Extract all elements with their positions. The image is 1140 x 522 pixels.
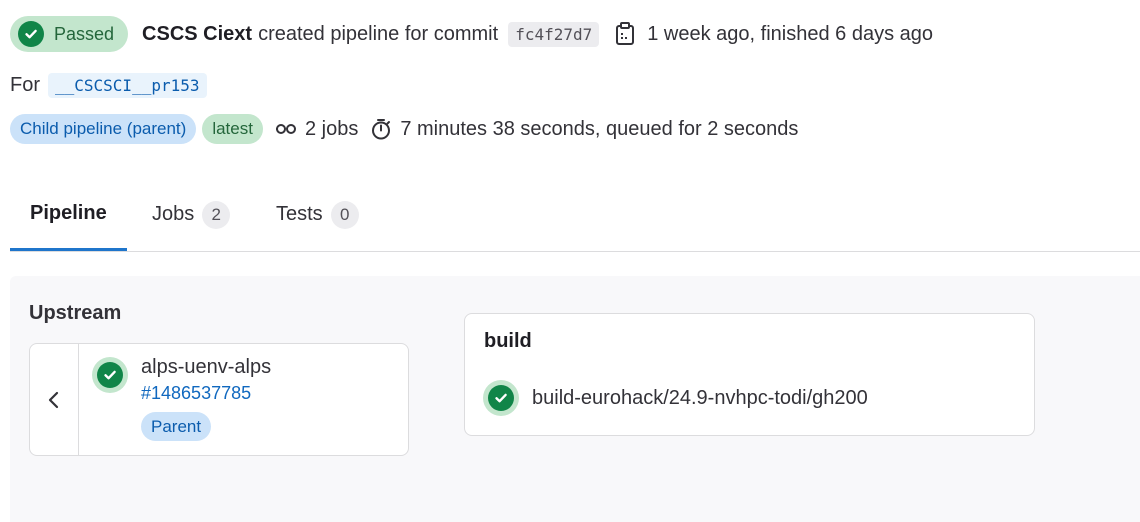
duration-text: 7 minutes 38 seconds, queued for 2 secon… bbox=[400, 117, 799, 140]
upstream-status-icon[interactable] bbox=[92, 357, 128, 393]
pipeline-tabs: Pipeline Jobs 2 Tests 0 bbox=[10, 178, 1140, 252]
tab-tests-label: Tests bbox=[276, 203, 323, 225]
tab-pipeline[interactable]: Pipeline bbox=[10, 178, 127, 251]
upstream-relation-badge: Parent bbox=[141, 412, 212, 441]
stage-column-build: build build-eurohack/24.9-nvhpc-todi/gh2… bbox=[464, 313, 1035, 436]
timer-icon bbox=[370, 118, 392, 140]
tab-tests[interactable]: Tests 0 bbox=[276, 178, 359, 251]
ref-link[interactable]: __CSCSCI__pr153 bbox=[48, 72, 207, 98]
for-label: For bbox=[10, 73, 40, 96]
jobs-count-text: 2 jobs bbox=[304, 117, 359, 140]
pipeline-author[interactable]: CSCS Ciext bbox=[142, 23, 252, 46]
pipeline-status-label: Passed bbox=[54, 23, 115, 44]
upstream-pipeline-card: alps-uenv-alps #1486537785 Parent bbox=[29, 343, 409, 456]
stage-title: build bbox=[484, 330, 532, 352]
latest-badge: latest bbox=[202, 114, 263, 144]
tab-tests-count: 0 bbox=[330, 200, 359, 229]
tab-jobs-label: Jobs bbox=[152, 203, 195, 225]
pipeline-jobs-icon bbox=[275, 118, 297, 140]
job-item[interactable]: build-eurohack/24.9-nvhpc-todi/gh200 bbox=[483, 380, 868, 416]
pipeline-ref-row: For __CSCSCI__pr153 bbox=[10, 70, 207, 100]
pipeline-header-row: Passed CSCS Ciext created pipeline for c… bbox=[10, 16, 933, 52]
tab-pipeline-label: Pipeline bbox=[30, 201, 107, 224]
child-pipeline-badge: Child pipeline (parent) bbox=[10, 114, 197, 144]
pipeline-graph: Upstream alps-uenv-alps #1486537785 Pare… bbox=[10, 276, 1140, 522]
pipeline-meta-row: Child pipeline (parent) latest 2 jobs 7 … bbox=[10, 114, 798, 144]
upstream-project-name: alps-uenv-alps bbox=[141, 356, 272, 378]
pipeline-action-text: created pipeline for commit bbox=[258, 22, 499, 45]
pipeline-status-badge[interactable]: Passed bbox=[10, 16, 129, 52]
copy-to-clipboard-icon[interactable] bbox=[613, 21, 637, 47]
commit-sha[interactable]: fc4f27d7 bbox=[508, 21, 600, 47]
job-name: build-eurohack/24.9-nvhpc-todi/gh200 bbox=[532, 386, 868, 409]
pipeline-time-text: 1 week ago, finished 6 days ago bbox=[647, 22, 934, 45]
tab-jobs[interactable]: Jobs 2 bbox=[152, 178, 231, 251]
upstream-pipeline-link[interactable]: #1486537785 bbox=[141, 383, 251, 404]
chevron-left-icon[interactable] bbox=[30, 344, 79, 455]
upstream-title: Upstream bbox=[29, 302, 122, 324]
status-success-icon bbox=[18, 21, 44, 47]
job-status-icon bbox=[483, 380, 519, 416]
status-success-icon bbox=[97, 362, 123, 388]
status-success-icon bbox=[488, 385, 514, 411]
tab-jobs-count: 2 bbox=[202, 200, 231, 229]
